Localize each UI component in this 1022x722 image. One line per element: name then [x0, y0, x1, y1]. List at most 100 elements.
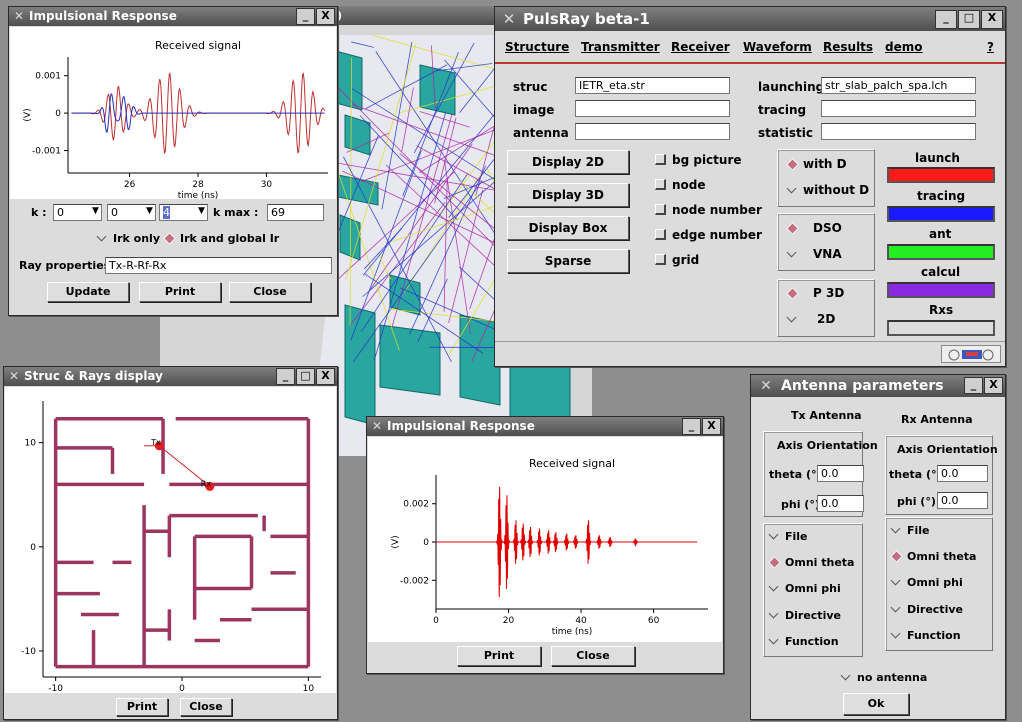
minimize-button[interactable]: _	[296, 8, 315, 25]
close-window-button[interactable]: Close	[180, 698, 232, 716]
tracing-field[interactable]	[821, 100, 976, 117]
node-label: node	[672, 178, 706, 192]
minimize-button[interactable]: _	[935, 10, 957, 29]
chevron-down-icon[interactable]: ▼	[198, 206, 205, 216]
without-d-radio[interactable]: without D	[787, 183, 869, 197]
edge-number-checkbox[interactable]: edge number	[655, 228, 762, 242]
node-number-checkbox[interactable]: node number	[655, 203, 762, 217]
irk-global-radio[interactable]: Irk and global Ir	[164, 232, 279, 245]
vna-label: VNA	[813, 247, 842, 261]
impulse-response-1-plot-area: Received signal 26 28 30 0.001 0 -0.001 time (n…	[10, 27, 336, 201]
menu-demo[interactable]: demo	[885, 40, 922, 54]
with-d-radio[interactable]: with D	[787, 157, 847, 171]
ant-status-label: ant	[929, 227, 952, 241]
display-box-button[interactable]: Display Box	[507, 216, 629, 240]
menu-results[interactable]: Results	[823, 40, 873, 54]
impulse-response-2-titlebar[interactable]: ✕ Impulsional Response _ X	[367, 417, 723, 436]
2d-label: 2D	[817, 312, 836, 326]
impulse-response-window-1: ✕ Impulsional Response _ X Received signa…	[8, 6, 338, 316]
close-button[interactable]: X	[984, 377, 1003, 394]
close-button[interactable]: X	[702, 418, 721, 435]
ray-properties-field[interactable]: Tx-R-Rf-Rx	[105, 257, 332, 274]
tx-directive-label: Directive	[785, 609, 841, 622]
x-axis-label: time (ns)	[552, 627, 593, 637]
close-button[interactable]: X	[316, 8, 335, 25]
print-button[interactable]: Print	[457, 646, 541, 666]
close-button[interactable]: X	[316, 368, 335, 385]
signal-series-1	[436, 486, 698, 598]
floor-plan-view[interactable]: -10 0 10 10 0 -10 Tx Rx	[5, 387, 336, 694]
calcul-status-bar	[887, 282, 995, 298]
tx-phi-field[interactable]: 0.0	[817, 495, 864, 512]
ray-properties-label: Ray properties	[19, 259, 111, 272]
menu-receiver[interactable]: Receiver	[671, 40, 730, 54]
rx-theta-field[interactable]: 0.0	[937, 465, 988, 482]
close-button[interactable]: X	[981, 10, 1003, 29]
radio-off-icon	[769, 610, 779, 620]
checkbox-icon	[655, 179, 666, 190]
no-antenna-radio[interactable]: no antenna	[841, 671, 927, 684]
maximize-button[interactable]: □	[958, 10, 980, 29]
struc-rays-titlebar[interactable]: ✕ Struc & Rays display _ □ X	[4, 367, 337, 386]
chevron-down-icon[interactable]: ▼	[146, 206, 153, 216]
rx-omni-theta-radio[interactable]: Omni theta	[891, 550, 976, 563]
rx-phi-field[interactable]: 0.0	[937, 492, 988, 509]
node-checkbox[interactable]: node	[655, 178, 706, 192]
antenna-titlebar[interactable]: ✕ Antenna parameters _ X	[751, 375, 1005, 397]
update-button[interactable]: Update	[47, 282, 129, 302]
vna-radio[interactable]: VNA	[787, 247, 842, 261]
tx-omni-theta-radio[interactable]: Omni theta	[769, 556, 854, 569]
statistic-field[interactable]	[821, 123, 976, 140]
k-select-1-value: 0	[57, 206, 64, 219]
sparse-button[interactable]: Sparse	[507, 249, 629, 273]
menu-transmitter[interactable]: Transmitter	[581, 40, 660, 54]
rx-file-radio[interactable]: File	[891, 524, 930, 537]
rx-file-label: File	[907, 524, 930, 537]
minimize-button[interactable]: _	[276, 368, 295, 385]
dso-radio[interactable]: DSO	[787, 221, 842, 235]
minimize-button[interactable]: _	[964, 377, 983, 394]
impulse-response-1-titlebar[interactable]: ✕ Impulsional Response _ X	[9, 7, 337, 26]
antenna-label: antenna	[513, 126, 569, 140]
minimize-button[interactable]: _	[682, 418, 701, 435]
rx-directive-radio[interactable]: Directive	[891, 603, 963, 616]
display-3d-button[interactable]: Display 3D	[507, 183, 629, 207]
rx-omni-phi-radio[interactable]: Omni phi	[891, 576, 963, 589]
image-field[interactable]	[575, 100, 730, 117]
ok-button[interactable]: Ok	[843, 693, 909, 715]
display-2d-button[interactable]: Display 2D	[507, 150, 629, 174]
x-tick-label: 10	[303, 684, 315, 693]
tx-file-radio[interactable]: File	[769, 530, 808, 543]
tx-function-radio[interactable]: Function	[769, 635, 839, 648]
wall-block	[339, 214, 361, 261]
menu-waveform[interactable]: Waveform	[743, 40, 812, 54]
bg-picture-checkbox[interactable]: bg picture	[655, 153, 742, 167]
kmax-field[interactable]: 69	[267, 204, 324, 221]
menu-help[interactable]: ?	[987, 40, 994, 54]
y-tick-label: 0.001	[35, 72, 61, 82]
tx-theta-field[interactable]: 0.0	[817, 465, 864, 482]
irk-only-radio[interactable]: Irk only	[97, 232, 160, 245]
radio-off-icon	[97, 233, 107, 243]
p3d-radio[interactable]: P 3D	[787, 286, 844, 300]
wall-block	[379, 324, 441, 396]
close-window-button[interactable]: Close	[551, 646, 635, 666]
pulsray-main-window: ✕ PulsRay beta-1 _ □ X Structure Transmit…	[494, 6, 1006, 367]
menu-structure[interactable]: Structure	[505, 40, 569, 54]
struc-field[interactable]: IETR_eta.str	[575, 77, 730, 94]
grid-checkbox[interactable]: grid	[655, 253, 699, 267]
print-button[interactable]: Print	[139, 282, 221, 302]
pulsray-titlebar[interactable]: ✕ PulsRay beta-1 _ □ X	[495, 7, 1005, 31]
chevron-down-icon[interactable]: ▼	[92, 206, 99, 216]
rx-function-radio[interactable]: Function	[891, 629, 961, 642]
launching-field[interactable]: str_slab_palch_spa.lch	[821, 77, 976, 94]
tx-directive-radio[interactable]: Directive	[769, 609, 841, 622]
antenna-field[interactable]	[575, 123, 730, 140]
tx-omni-phi-radio[interactable]: Omni phi	[769, 582, 841, 595]
kmax-label: k max :	[213, 206, 259, 219]
calcul-status-label: calcul	[921, 265, 961, 279]
print-button[interactable]: Print	[116, 698, 168, 716]
2d-radio[interactable]: 2D	[787, 312, 835, 326]
maximize-button[interactable]: □	[296, 368, 315, 385]
close-window-button[interactable]: Close	[229, 282, 311, 302]
